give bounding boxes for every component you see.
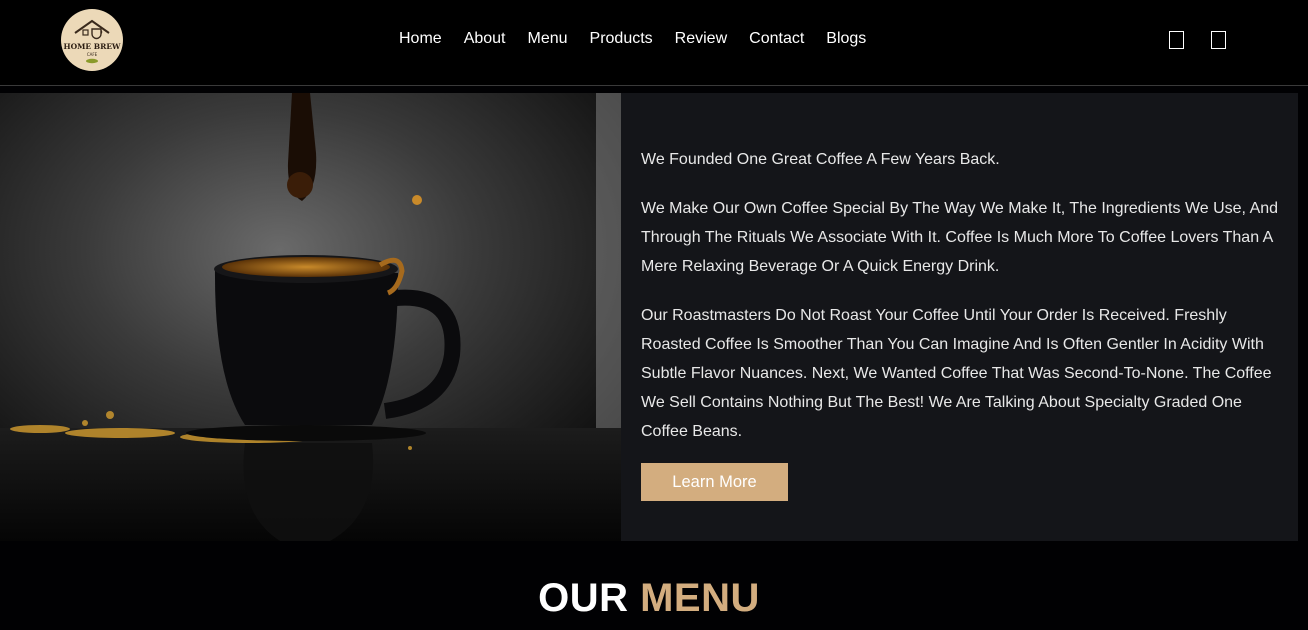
heading-part-2: MENU [640, 576, 760, 620]
main-nav: Home About Menu Products Review Contact … [388, 30, 877, 48]
nav-about[interactable]: About [453, 30, 517, 48]
heading-part-1: OUR [538, 576, 629, 620]
section-heading: OUR MENU [0, 576, 1298, 621]
nav-contact[interactable]: Contact [738, 30, 815, 48]
nav-menu[interactable]: Menu [517, 30, 579, 48]
search-icon[interactable] [1169, 31, 1184, 49]
header-icons [1169, 31, 1226, 49]
learn-more-button[interactable]: Learn More [641, 463, 788, 501]
nav-products[interactable]: Products [579, 30, 664, 48]
logo-text-2: CAFE [87, 52, 98, 57]
nav-blogs[interactable]: Blogs [815, 30, 877, 48]
site-header: HOME BREW CAFE Home About Menu Products … [0, 0, 1308, 86]
brand-logo[interactable]: HOME BREW CAFE [61, 9, 123, 71]
about-paragraph-3: Our Roastmasters Do Not Roast Your Coffe… [641, 307, 1272, 440]
logo-text-1: HOME BREW [64, 42, 122, 51]
about-text: We Founded One Great Coffee A Few Years … [641, 145, 1281, 466]
about-paragraph-1: We Founded One Great Coffee A Few Years … [641, 151, 1000, 168]
cart-icon[interactable] [1211, 31, 1226, 49]
nav-home[interactable]: Home [388, 30, 453, 48]
about-paragraph-2: We Make Our Own Coffee Special By The Wa… [641, 200, 1279, 275]
about-section: We Founded One Great Coffee A Few Years … [0, 93, 1298, 541]
coffee-cup-image [0, 93, 621, 541]
nav-review[interactable]: Review [664, 30, 738, 48]
